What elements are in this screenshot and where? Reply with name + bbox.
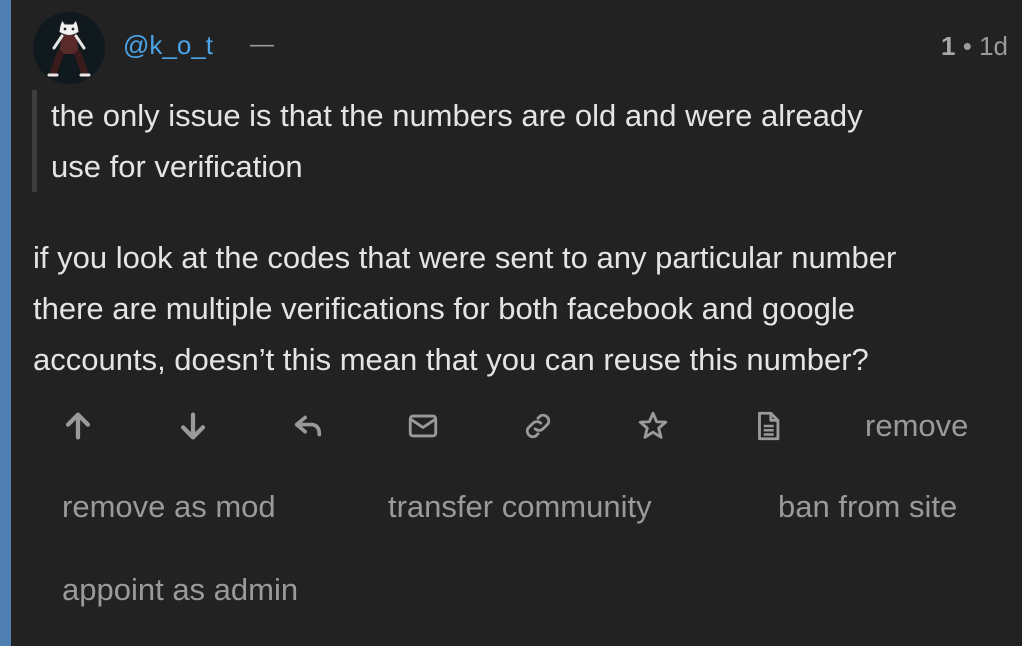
meta-dot: • [962,31,972,61]
document-icon [758,411,780,441]
body-line: accounts, doesn’t this mean that you can… [33,342,869,377]
star-icon [638,411,668,439]
avatar[interactable] [33,12,105,84]
remove-as-mod-button[interactable]: remove as mod [62,489,276,525]
post-age[interactable]: 1d [979,31,1008,61]
reply-button[interactable] [288,406,328,446]
score[interactable]: 1 [941,31,955,61]
comment-thread-bar [0,0,11,646]
downvote-button[interactable] [173,406,213,446]
quoted-text: the only issue is that the numbers are o… [32,90,991,192]
appoint-as-admin-button[interactable]: appoint as admin [62,572,298,608]
view-source-button[interactable] [748,406,788,446]
arrow-up-icon [65,412,91,440]
comment-body: if you look at the codes that were sent … [33,232,1008,385]
save-button[interactable] [633,406,673,446]
arrow-down-icon [180,412,206,440]
separator: — [250,31,274,58]
body-line: there are multiple verifications for bot… [33,291,855,326]
link-icon [525,413,551,439]
remove-button[interactable]: remove [865,408,968,444]
link-button[interactable] [518,406,558,446]
mail-icon [408,414,438,438]
message-button[interactable] [403,406,443,446]
reply-icon [294,415,322,437]
ban-from-site-button[interactable]: ban from site [778,489,957,525]
post-meta: 1 • 1d [941,31,1008,62]
quote-line: the only issue is that the numbers are o… [51,98,863,133]
username-link[interactable]: @k_o_t [123,30,213,61]
body-line: if you look at the codes that were sent … [33,240,897,275]
transfer-community-button[interactable]: transfer community [388,489,652,525]
upvote-button[interactable] [58,406,98,446]
quote-line: use for verification [51,149,303,184]
